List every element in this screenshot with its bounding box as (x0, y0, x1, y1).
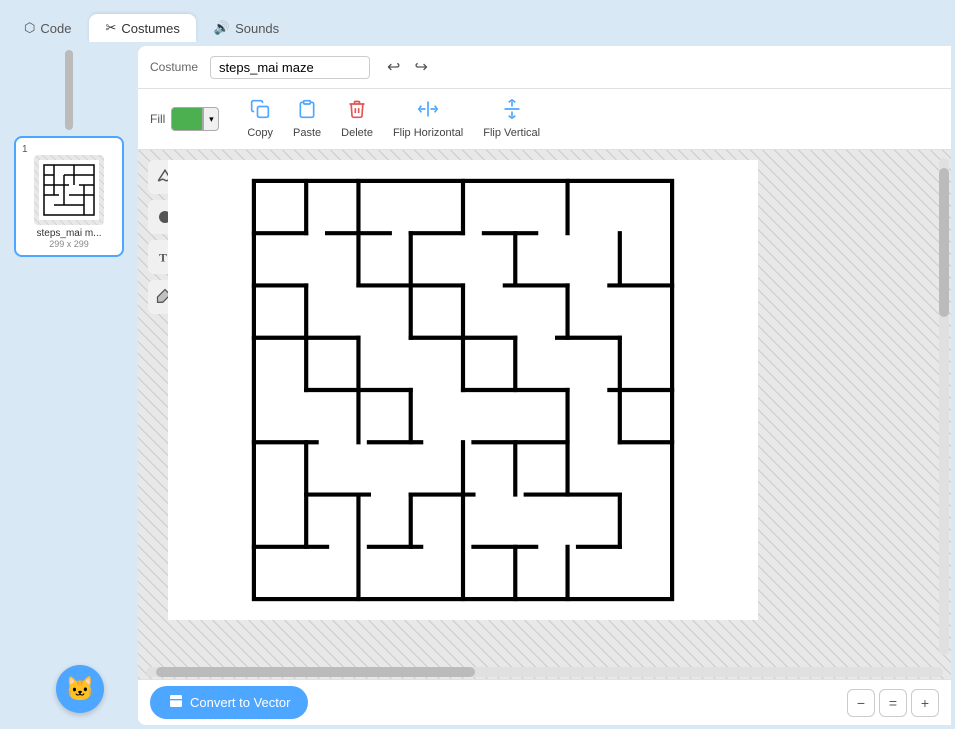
costume-name: steps_mai m... (36, 228, 101, 239)
fill-label: Fill (150, 112, 165, 126)
convert-svg-icon (168, 693, 184, 709)
convert-icon (168, 693, 184, 712)
fill-section: Fill ▾ Copy (138, 89, 951, 150)
zoom-out-button[interactable]: − (847, 689, 875, 717)
canvas-scrollbar-x[interactable] (146, 667, 943, 677)
sidebar-scrollbar[interactable] (65, 50, 73, 130)
fill-dropdown[interactable]: ▾ (203, 107, 219, 131)
paste-button[interactable]: Paste (283, 95, 331, 143)
tab-sounds[interactable]: 🔊 Sounds (198, 14, 295, 42)
delete-button[interactable]: Delete (331, 95, 383, 143)
costume-preview (34, 155, 104, 225)
undo-button[interactable]: ↩ (382, 54, 405, 80)
delete-icon (347, 99, 367, 124)
redo-button[interactable]: ↪ (409, 54, 432, 80)
undo-redo-group: ↩ ↪ (382, 54, 433, 80)
maze-canvas[interactable] (168, 160, 758, 620)
copy-button[interactable]: Copy (237, 95, 283, 143)
copy-icon (250, 99, 270, 124)
canvas-scrollbar-y-thumb (939, 168, 949, 317)
svg-text:T: T (159, 251, 167, 265)
zoom-controls: − = + (847, 689, 939, 717)
flip-vertical-icon (502, 99, 522, 124)
flip-horizontal-icon (418, 99, 438, 124)
flip-horizontal-button[interactable]: Flip Horizontal (383, 95, 473, 143)
canvas-scrollbar-x-thumb (156, 667, 475, 677)
paste-icon (297, 99, 317, 124)
costume-item[interactable]: 1 (14, 136, 124, 257)
fill-color-group: ▾ (171, 107, 219, 131)
tab-costumes[interactable]: ✂ Costumes (89, 14, 195, 42)
zoom-in-button[interactable]: + (911, 689, 939, 717)
costume-label: Costume (150, 60, 198, 74)
action-buttons: Copy Paste Delete (237, 95, 550, 143)
convert-to-vector-button[interactable]: Convert to Vector (150, 686, 308, 719)
sprite-cat-button[interactable]: 🐱 (56, 665, 104, 713)
code-icon: ⬡ (24, 20, 35, 36)
sidebar: 1 (0, 42, 138, 729)
canvas-scrollbar-y[interactable] (939, 158, 949, 655)
costume-name-input[interactable] (210, 56, 370, 79)
maze-svg (168, 160, 758, 620)
canvas-container: T (138, 150, 951, 679)
zoom-reset-button[interactable]: = (879, 689, 907, 717)
flip-vertical-button[interactable]: Flip Vertical (473, 95, 550, 143)
costume-number: 1 (22, 144, 28, 155)
costume-preview-svg (39, 160, 99, 220)
fill-color-swatch[interactable] (171, 107, 203, 131)
tab-code[interactable]: ⬡ Code (8, 14, 87, 42)
toolbar: Costume ↩ ↪ (138, 46, 951, 89)
costumes-icon: ✂ (105, 20, 116, 36)
editor-area: Costume ↩ ↪ Fill ▾ (138, 46, 951, 725)
sounds-icon: 🔊 (214, 20, 230, 36)
tab-bar: ⬡ Code ✂ Costumes 🔊 Sounds (0, 0, 955, 42)
costume-size: 299 x 299 (49, 239, 89, 249)
bottom-bar: Convert to Vector − = + (138, 679, 951, 725)
main-content: 1 (0, 42, 955, 729)
